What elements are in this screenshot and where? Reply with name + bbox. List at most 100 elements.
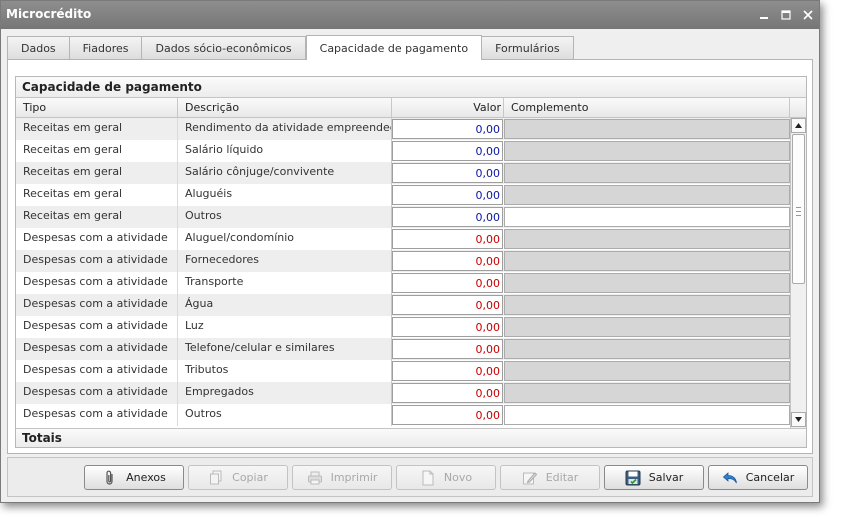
vertical-scrollbar[interactable] [790, 118, 806, 428]
cancelar-button[interactable]: Cancelar [708, 465, 808, 490]
salvar-button[interactable]: Salvar [604, 465, 704, 490]
imprimir-label: Imprimir [330, 471, 378, 484]
save-icon [625, 470, 641, 486]
editar-button[interactable]: Editar [500, 465, 600, 490]
valor-input[interactable]: 0,00 [392, 163, 503, 183]
table-row[interactable]: Despesas com a atividade Outros 0,00 [16, 404, 790, 426]
valor-input[interactable]: 0,00 [392, 383, 503, 403]
tab-dados-socio-economicos[interactable]: Dados sócio-econômicos [142, 36, 306, 60]
cell-descricao: Aluguel/condomínio [178, 228, 392, 250]
minimize-button[interactable] [753, 5, 775, 25]
valor-input[interactable]: 0,00 [392, 207, 503, 227]
close-icon [803, 10, 813, 20]
valor-input[interactable]: 0,00 [392, 295, 503, 315]
cell-descricao: Rendimento da atividade empreendedora [178, 118, 392, 140]
cell-tipo: Receitas em geral [16, 184, 178, 206]
new-document-icon [420, 470, 436, 486]
copy-icon [208, 470, 224, 486]
table-header: Tipo Descrição Valor Complemento [16, 98, 806, 118]
valor-input[interactable]: 0,00 [392, 339, 503, 359]
cell-tipo: Receitas em geral [16, 206, 178, 228]
tab-fiadores[interactable]: Fiadores [69, 36, 143, 60]
imprimir-button[interactable]: Imprimir [292, 465, 392, 490]
cell-descricao: Salário cônjuge/convivente [178, 162, 392, 184]
complemento-input [504, 339, 790, 359]
anexos-button[interactable]: Anexos [84, 465, 184, 490]
microcredito-window: Microcrédito Dados Fiadores Dados sócio-… [0, 0, 820, 503]
table-body: Receitas em geral Rendimento da atividade… [16, 118, 790, 428]
cell-descricao: Outros [178, 206, 392, 228]
printer-icon [307, 470, 323, 486]
cell-tipo: Despesas com a atividade [16, 228, 178, 250]
valor-input[interactable]: 0,00 [392, 119, 503, 139]
table-row[interactable]: Receitas em geral Outros 0,00 [16, 206, 790, 228]
table-row[interactable]: Despesas com a atividade Água 0,00 [16, 294, 790, 316]
valor-input[interactable]: 0,00 [392, 185, 503, 205]
table-row[interactable]: Despesas com a atividade Luz 0,00 [16, 316, 790, 338]
window-controls [753, 5, 819, 25]
cell-descricao: Outros [178, 404, 392, 426]
cell-descricao: Aluguéis [178, 184, 392, 206]
novo-label: Novo [443, 471, 473, 484]
table-row[interactable]: Despesas com a atividade Transporte 0,00 [16, 272, 790, 294]
column-header-corner [790, 98, 806, 118]
scroll-down-button[interactable] [791, 412, 806, 427]
complemento-input[interactable] [504, 405, 790, 425]
complemento-input [504, 163, 790, 183]
complemento-input [504, 295, 790, 315]
table-row[interactable]: Despesas com a atividade Fornecedores 0,00 [16, 250, 790, 272]
cell-tipo: Despesas com a atividade [16, 360, 178, 382]
column-header-valor[interactable]: Valor [392, 98, 504, 118]
section-title: Capacidade de pagamento [16, 77, 806, 98]
cell-tipo: Despesas com a atividade [16, 250, 178, 272]
complemento-input [504, 383, 790, 403]
valor-input[interactable]: 0,00 [392, 317, 503, 337]
valor-input[interactable]: 0,00 [392, 361, 503, 381]
close-button[interactable] [797, 5, 819, 25]
scroll-up-button[interactable] [791, 118, 806, 133]
maximize-button[interactable] [775, 5, 797, 25]
column-header-complemento[interactable]: Complemento [504, 98, 790, 118]
tab-capacidade-de-pagamento[interactable]: Capacidade de pagamento [305, 35, 483, 60]
cell-descricao: Fornecedores [178, 250, 392, 272]
salvar-label: Salvar [648, 471, 684, 484]
table-row[interactable]: Despesas com a atividade Empregados 0,00 [16, 382, 790, 404]
complemento-input [504, 185, 790, 205]
cancelar-label: Cancelar [745, 471, 795, 484]
valor-input[interactable]: 0,00 [392, 405, 503, 425]
cell-tipo: Receitas em geral [16, 118, 178, 140]
table-row[interactable]: Despesas com a atividade Aluguel/condomín… [16, 228, 790, 250]
novo-button[interactable]: Novo [396, 465, 496, 490]
arrow-up-icon [795, 123, 802, 128]
cell-descricao: Tributos [178, 360, 392, 382]
valor-input[interactable]: 0,00 [392, 141, 503, 161]
table-row[interactable]: Despesas com a atividade Telefone/celular… [16, 338, 790, 360]
cell-tipo: Despesas com a atividade [16, 294, 178, 316]
cell-tipo: Receitas em geral [16, 140, 178, 162]
table-row[interactable]: Receitas em geral Salário líquido 0,00 [16, 140, 790, 162]
tab-formularios[interactable]: Formulários [482, 36, 574, 60]
tab-strip: Dados Fiadores Dados sócio-econômicos Ca… [7, 35, 574, 60]
complemento-input [504, 229, 790, 249]
column-header-descricao[interactable]: Descrição [178, 98, 392, 118]
tab-dados[interactable]: Dados [7, 36, 70, 60]
table-row[interactable]: Receitas em geral Salário cônjuge/convive… [16, 162, 790, 184]
paperclip-icon [102, 470, 118, 486]
cell-tipo: Despesas com a atividade [16, 272, 178, 294]
copiar-label: Copiar [232, 471, 268, 484]
table-row[interactable]: Despesas com a atividade Tributos 0,00 [16, 360, 790, 382]
table-row[interactable]: Receitas em geral Rendimento da atividade… [16, 118, 790, 140]
column-header-tipo[interactable]: Tipo [16, 98, 178, 118]
capacidade-section: Capacidade de pagamento Tipo Descrição V… [15, 76, 807, 448]
totals-row: Totais [16, 428, 806, 447]
maximize-icon [781, 10, 791, 20]
table-row[interactable]: Receitas em geral Aluguéis 0,00 [16, 184, 790, 206]
copiar-button[interactable]: Copiar [188, 465, 288, 490]
valor-input[interactable]: 0,00 [392, 229, 503, 249]
valor-input[interactable]: 0,00 [392, 251, 503, 271]
scroll-thumb[interactable] [792, 134, 805, 284]
valor-input[interactable]: 0,00 [392, 273, 503, 293]
complemento-input [504, 119, 790, 139]
title-bar[interactable]: Microcrédito [1, 1, 819, 29]
complemento-input[interactable] [504, 207, 790, 227]
